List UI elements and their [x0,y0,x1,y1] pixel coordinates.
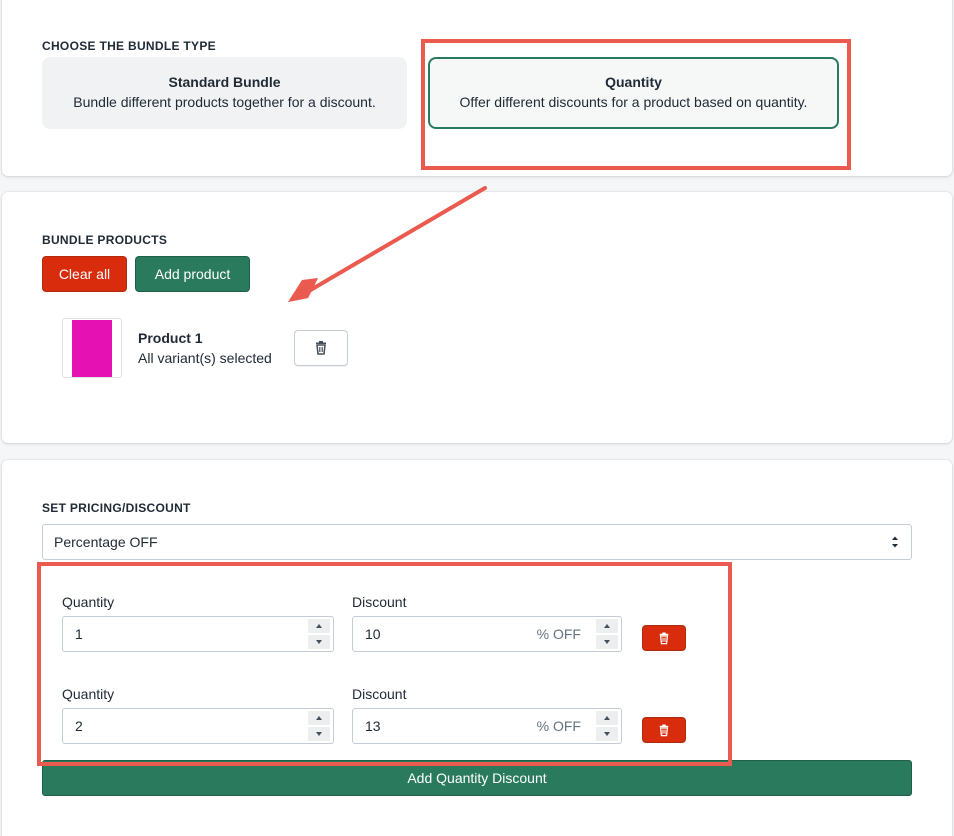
quantity-input[interactable]: 2 [62,708,334,744]
discount-value: 10 [365,626,381,642]
pricing-type-value: Percentage OFF [54,534,158,550]
standard-bundle-title: Standard Bundle [168,74,281,90]
bundle-type-card: CHOOSE THE BUNDLE TYPE Standard Bundle B… [2,0,952,176]
stepper-down-icon[interactable] [596,727,618,741]
quantity-bundle-description: Offer different discounts for a product … [459,94,808,110]
trash-icon [316,341,326,355]
quantity-value: 2 [75,718,83,734]
quantity-bundle-title: Quantity [605,74,662,90]
quantity-bundle-option[interactable]: Quantity Offer different discounts for a… [428,57,839,129]
bundle-products-title: BUNDLE PRODUCTS [42,233,168,247]
stepper-up-icon[interactable] [596,711,618,725]
bundle-type-title: CHOOSE THE BUNDLE TYPE [42,39,216,53]
stepper-up-icon[interactable] [596,619,618,633]
select-arrows-icon [892,536,898,548]
add-product-button[interactable]: Add product [135,256,250,292]
standard-bundle-description: Bundle different products together for a… [73,94,376,110]
trash-icon [659,632,669,644]
discount-value: 13 [365,718,381,734]
quantity-input[interactable]: 1 [62,616,334,652]
delete-row-button[interactable] [642,717,686,743]
quantity-label: Quantity [62,686,115,702]
discount-label: Discount [352,686,407,702]
discount-input[interactable]: 13 % OFF [352,708,622,744]
quantity-stepper[interactable] [308,711,330,741]
standard-bundle-option[interactable]: Standard Bundle Bundle different product… [42,57,407,129]
stepper-down-icon[interactable] [308,635,330,649]
bundle-products-card: BUNDLE PRODUCTS Clear all Add product Pr… [2,192,952,443]
stepper-down-icon[interactable] [308,727,330,741]
pricing-title: SET PRICING/DISCOUNT [42,501,191,515]
quantity-value: 1 [75,626,83,642]
stepper-up-icon[interactable] [308,619,330,633]
discount-input[interactable]: 10 % OFF [352,616,622,652]
quantity-label: Quantity [62,594,115,610]
clear-all-button[interactable]: Clear all [42,256,127,292]
discount-suffix: % OFF [536,718,581,734]
product-name: Product 1 [138,330,203,346]
pricing-card: SET PRICING/DISCOUNT Percentage OFF Quan… [2,460,952,836]
product-variants: All variant(s) selected [138,350,272,366]
discount-stepper[interactable] [596,711,618,741]
discount-label: Discount [352,594,407,610]
delete-row-button[interactable] [642,625,686,651]
quantity-stepper[interactable] [308,619,330,649]
pricing-type-select[interactable]: Percentage OFF [42,524,912,560]
discount-stepper[interactable] [596,619,618,649]
trash-icon [659,724,669,736]
product-thumbnail [62,318,122,378]
add-quantity-discount-button[interactable]: Add Quantity Discount [42,760,912,796]
discount-suffix: % OFF [536,626,581,642]
stepper-up-icon[interactable] [308,711,330,725]
remove-product-button[interactable] [294,330,348,366]
stepper-down-icon[interactable] [596,635,618,649]
